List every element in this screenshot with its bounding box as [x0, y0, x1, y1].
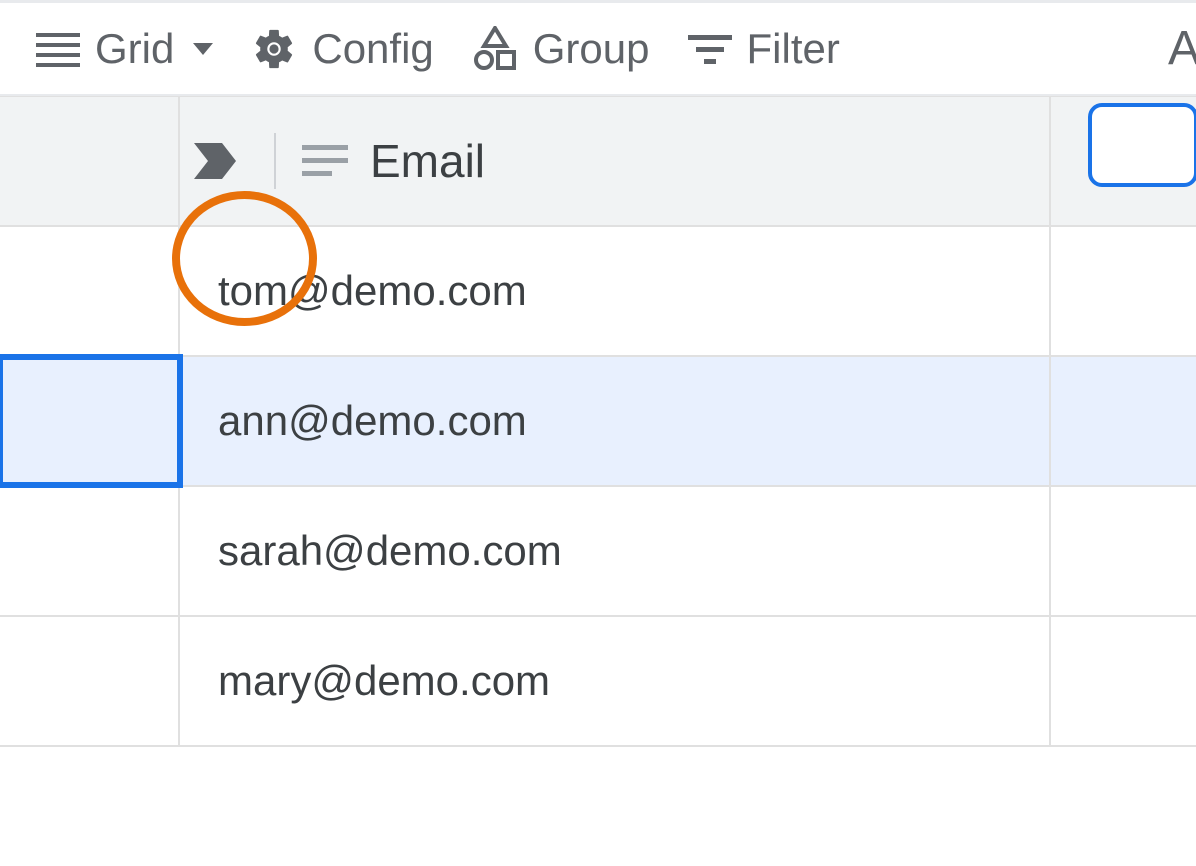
filter-button[interactable]: Filter — [688, 25, 840, 73]
config-button[interactable]: Config — [251, 25, 433, 73]
group-label: Group — [533, 25, 650, 73]
group-button[interactable]: Group — [472, 25, 650, 73]
row-handle-header — [0, 97, 180, 225]
row-handle[interactable] — [0, 357, 180, 485]
filter-label: Filter — [747, 25, 840, 73]
table-row[interactable]: tom@demo.com — [0, 227, 1196, 357]
selected-header-cell[interactable] — [1088, 103, 1196, 187]
truncated-toolbar-item: A — [1168, 21, 1196, 76]
column-header-label: Email — [370, 134, 485, 188]
column-resize-handle[interactable] — [274, 133, 276, 189]
column-separator — [1049, 487, 1051, 615]
shapes-icon — [472, 26, 518, 72]
cell-value: sarah@demo.com — [218, 527, 562, 575]
grid-header-row: Email — [0, 97, 1196, 227]
table-row[interactable]: ann@demo.com — [0, 357, 1196, 487]
filter-icon — [688, 31, 732, 67]
column-separator — [1049, 97, 1051, 225]
view-grid-label: Grid — [95, 25, 174, 73]
column-separator — [1049, 617, 1051, 745]
list-icon — [36, 31, 80, 67]
table-row[interactable]: sarah@demo.com — [0, 487, 1196, 617]
cell-value: mary@demo.com — [218, 657, 550, 705]
toolbar: Grid Config Group — [0, 0, 1196, 96]
cell-email[interactable]: sarah@demo.com — [180, 487, 1196, 615]
column-separator — [1049, 357, 1051, 485]
gear-icon — [251, 26, 297, 72]
expand-column-icon[interactable] — [190, 139, 240, 183]
data-grid: Email tom@demo.com ann@demo.com sarah@de… — [0, 96, 1196, 747]
table-row[interactable]: mary@demo.com — [0, 617, 1196, 747]
cell-email[interactable]: mary@demo.com — [180, 617, 1196, 745]
row-handle[interactable] — [0, 227, 180, 355]
row-handle[interactable] — [0, 487, 180, 615]
row-handle[interactable] — [0, 617, 180, 745]
cell-value: ann@demo.com — [218, 397, 527, 445]
cell-email[interactable]: tom@demo.com — [180, 227, 1196, 355]
config-label: Config — [312, 25, 433, 73]
chevron-down-icon — [193, 43, 213, 55]
cell-email[interactable]: ann@demo.com — [180, 357, 1196, 485]
text-field-type-icon — [302, 141, 348, 181]
column-separator — [1049, 227, 1051, 355]
view-grid-button[interactable]: Grid — [36, 25, 213, 73]
cell-value: tom@demo.com — [218, 267, 527, 315]
column-header-email[interactable]: Email — [180, 97, 1196, 225]
